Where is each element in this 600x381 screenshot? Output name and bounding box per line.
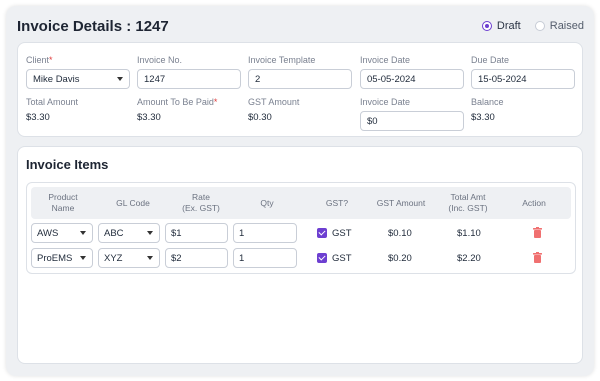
chevron-down-icon: [117, 77, 123, 81]
trash-icon[interactable]: [533, 252, 542, 263]
invoice-date-amount-label: Invoice Date: [360, 97, 411, 107]
gst-amount-cell: $0.10: [388, 228, 412, 239]
status-raised-label: Raised: [549, 20, 584, 32]
gst-amount-cell: $0.20: [388, 253, 412, 264]
col-qty: Qty: [260, 198, 274, 208]
due-date-input[interactable]: 15-05-2024: [471, 69, 575, 89]
radio-selected-icon: [481, 21, 492, 31]
col-total-amt: Total Amt (Inc. GST): [448, 192, 488, 213]
gst-checkbox-label: GST: [332, 228, 352, 239]
qty-input[interactable]: 1: [233, 248, 297, 268]
product-select[interactable]: ProEMS: [31, 248, 93, 268]
balance-value: $3.30: [471, 112, 495, 123]
radio-unselected-icon: [534, 21, 545, 31]
invoice-no-label: Invoice No.: [137, 55, 183, 65]
invoice-template-input[interactable]: 2: [248, 69, 352, 89]
invoice-no-input[interactable]: 1247: [137, 69, 241, 89]
invoice-date-field: Invoice Date 05-05-2024: [360, 55, 464, 89]
total-amt-cell: $2.20: [457, 253, 481, 264]
page-title: Invoice Details : 1247: [17, 18, 169, 35]
gst-checkbox[interactable]: [317, 228, 327, 238]
gst-amount-label: GST Amount: [248, 97, 300, 107]
total-amount-value: $3.30: [26, 112, 50, 123]
gl-code-select[interactable]: ABC: [98, 223, 160, 243]
client-value: Mike Davis: [33, 73, 80, 85]
total-amt-cell: $1.10: [457, 228, 481, 239]
due-date-label: Due Date: [471, 55, 510, 65]
status-raised-radio[interactable]: Raised: [534, 20, 584, 32]
col-rate: Rate (Ex. GST): [182, 192, 220, 213]
chevron-down-icon: [147, 231, 153, 235]
total-amount-field: Total Amount $3.30: [26, 97, 130, 123]
col-product-name: Product Name: [48, 192, 78, 213]
rate-input[interactable]: $2: [165, 248, 228, 268]
qty-input[interactable]: 1: [233, 223, 297, 243]
balance-field: Balance $3.30: [471, 97, 575, 123]
invoice-no-field: Invoice No. 1247: [137, 55, 241, 89]
invoice-date-amount-input[interactable]: $0: [360, 111, 464, 131]
invoice-date-input[interactable]: 05-05-2024: [360, 69, 464, 89]
col-action: Action: [522, 198, 546, 208]
rate-input[interactable]: $1: [165, 223, 228, 243]
status-draft-label: Draft: [496, 20, 521, 32]
gst-amount-value: $0.30: [248, 112, 272, 123]
gl-code-select[interactable]: XYZ: [98, 248, 160, 268]
col-gst-amount: GST Amount: [376, 198, 426, 208]
invoice-template-field: Invoice Template 2: [248, 55, 352, 89]
chevron-down-icon: [147, 256, 153, 260]
gst-checkbox-label: GST: [332, 253, 352, 264]
invoice-details-card: Client* Mike Davis Invoice No. 1247 Invo…: [17, 42, 583, 137]
chevron-down-icon: [80, 256, 86, 260]
items-table-header: Product Name GL Code Rate (Ex. GST) Qty GS…: [31, 187, 571, 219]
client-field: Client* Mike Davis: [26, 55, 130, 89]
client-label: Client*: [26, 55, 53, 65]
total-amount-label: Total Amount: [26, 97, 79, 107]
status-radio-group: Draft Raised: [481, 20, 584, 32]
chevron-down-icon: [80, 231, 86, 235]
invoice-date-label: Invoice Date: [360, 55, 411, 65]
invoice-template-label: Invoice Template: [248, 55, 316, 65]
invoice-date-amount-field: Invoice Date $0: [360, 97, 464, 131]
due-date-field: Due Date 15-05-2024: [471, 55, 575, 89]
items-table: Product Name GL Code Rate (Ex. GST) Qty GS…: [26, 182, 576, 274]
amount-to-be-paid-label: Amount To Be Paid*: [137, 97, 218, 107]
amount-to-be-paid-field: Amount To Be Paid* $3.30: [137, 97, 241, 123]
gst-amount-field: GST Amount $0.30: [248, 97, 352, 123]
gst-checkbox[interactable]: [317, 253, 327, 263]
balance-label: Balance: [471, 97, 504, 107]
invoice-items-card: Invoice Items Product Name GL Code Rate (E…: [17, 146, 583, 364]
trash-icon[interactable]: [533, 227, 542, 238]
product-select[interactable]: AWS: [31, 223, 93, 243]
client-select[interactable]: Mike Davis: [26, 69, 130, 89]
amount-to-be-paid-value: $3.30: [137, 112, 161, 123]
invoice-items-title: Invoice Items: [26, 157, 109, 172]
status-draft-radio[interactable]: Draft: [481, 20, 521, 32]
col-gl-code: GL Code: [116, 198, 150, 208]
col-gst: GST?: [325, 198, 349, 208]
